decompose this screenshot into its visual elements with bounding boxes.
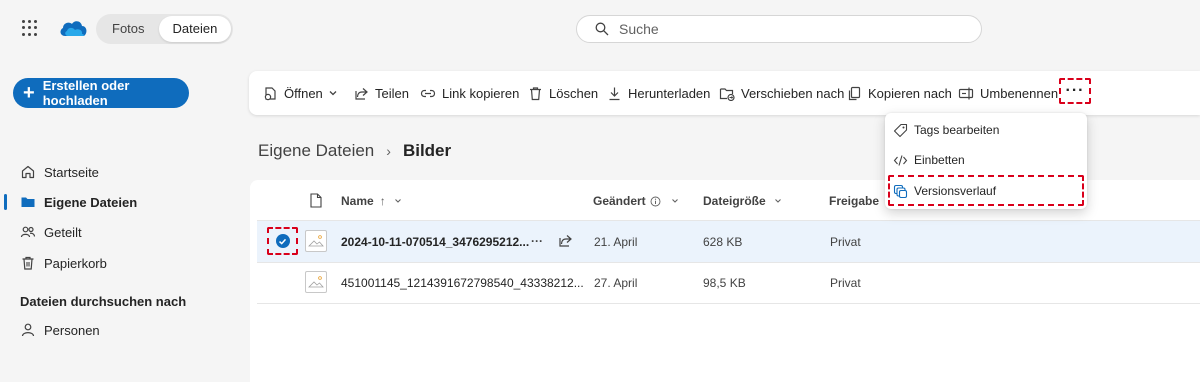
tab-dateien[interactable]: Dateien xyxy=(158,16,232,42)
onedrive-logo-icon[interactable] xyxy=(58,17,88,39)
column-size-label: Dateigröße xyxy=(703,194,766,208)
sidebar-item-label: Startseite xyxy=(44,164,99,180)
column-modified[interactable]: Geändert xyxy=(593,192,679,210)
more-options-button[interactable]: ··· xyxy=(1059,78,1091,104)
code-icon xyxy=(893,154,908,166)
copy-to-label: Kopieren nach xyxy=(868,85,952,101)
trash-icon xyxy=(22,256,34,270)
trash-icon xyxy=(530,86,541,100)
menu-item-embed[interactable]: Einbetten xyxy=(893,150,965,170)
copy-link-label: Link kopieren xyxy=(442,85,520,101)
file-name[interactable]: 2024-10-11-070514_3476295212... xyxy=(341,234,529,250)
menu-item-label: Tags bearbeiten xyxy=(914,123,1000,137)
share-icon xyxy=(355,87,368,100)
file-size: 98,5 KB xyxy=(703,276,746,290)
info-icon xyxy=(650,196,661,206)
open-icon xyxy=(264,86,276,100)
rename-icon xyxy=(958,87,974,99)
chevron-down-icon xyxy=(394,199,401,203)
chevron-down-icon xyxy=(329,91,337,96)
column-name[interactable]: Name ↑ xyxy=(341,192,402,210)
menu-item-edit-tags[interactable]: Tags bearbeiten xyxy=(893,120,999,140)
rename-button[interactable]: Umbenennen xyxy=(958,71,1058,115)
download-icon xyxy=(609,87,620,100)
file-type-header-icon xyxy=(310,193,322,208)
people-icon xyxy=(20,226,36,238)
column-sharing[interactable]: Freigabe xyxy=(829,192,893,210)
sidebar-item-eigene-dateien[interactable]: Eigene Dateien xyxy=(20,192,137,212)
link-icon xyxy=(420,89,436,97)
search-icon xyxy=(595,22,609,36)
image-thumbnail-icon xyxy=(305,230,327,252)
more-icon: ··· xyxy=(1065,82,1085,99)
chevron-down-icon xyxy=(774,199,781,203)
move-to-button[interactable]: Verschieben nach xyxy=(719,71,844,115)
file-sharing: Privat xyxy=(830,235,861,249)
folder-icon xyxy=(21,197,35,207)
copy-icon xyxy=(848,86,861,100)
view-switcher: Fotos Dateien xyxy=(96,14,234,44)
row-divider xyxy=(257,303,1200,304)
move-folder-icon xyxy=(719,87,735,101)
column-name-label: Name xyxy=(341,194,374,208)
copy-to-button[interactable]: Kopieren nach xyxy=(847,71,952,115)
sidebar-item-label: Geteilt xyxy=(44,224,82,240)
share-icon[interactable] xyxy=(558,233,573,248)
breadcrumb: Eigene Dateien › Bilder xyxy=(258,141,451,161)
file-modified: 21. April xyxy=(594,235,638,249)
download-label: Herunterladen xyxy=(628,85,711,101)
create-upload-label: Erstellen oder hochladen xyxy=(42,78,130,108)
checkmark-icon xyxy=(275,234,290,248)
sidebar-item-label: Papierkorb xyxy=(44,255,107,271)
person-icon xyxy=(21,323,35,337)
active-indicator xyxy=(4,194,7,210)
delete-label: Löschen xyxy=(549,85,599,101)
sidebar-item-personen[interactable]: Personen xyxy=(20,320,100,340)
row-divider xyxy=(257,262,1200,263)
home-icon xyxy=(21,165,35,179)
breadcrumb-separator-icon: › xyxy=(386,143,391,159)
highlight-box xyxy=(888,175,1084,206)
column-modified-label: Geändert xyxy=(593,194,646,208)
row-more-icon[interactable]: ··· xyxy=(531,233,543,249)
open-button[interactable]: Öffnen xyxy=(263,71,338,115)
sidebar-item-label: Eigene Dateien xyxy=(44,194,138,210)
rename-label: Umbenennen xyxy=(980,85,1059,101)
move-to-label: Verschieben nach xyxy=(741,85,845,101)
row-checkbox[interactable] xyxy=(267,227,298,255)
column-size[interactable]: Dateigröße xyxy=(703,192,782,210)
search-box[interactable] xyxy=(576,15,982,43)
browse-heading: Dateien durchsuchen nach xyxy=(20,294,187,309)
app-launcher-icon[interactable] xyxy=(22,20,38,36)
tab-fotos[interactable]: Fotos xyxy=(98,16,159,42)
delete-button[interactable]: Löschen xyxy=(528,71,598,115)
chevron-down-icon xyxy=(671,199,678,203)
sidebar-item-geteilt[interactable]: Geteilt xyxy=(20,222,82,242)
file-modified: 27. April xyxy=(594,276,638,290)
share-label: Teilen xyxy=(375,85,409,101)
search-input[interactable] xyxy=(619,21,959,37)
file-size: 628 KB xyxy=(703,235,743,249)
image-thumbnail-icon xyxy=(305,271,327,293)
sort-ascending-icon: ↑ xyxy=(379,194,386,208)
plus-icon: + xyxy=(23,82,35,104)
column-sharing-label: Freigabe xyxy=(829,194,880,208)
file-name[interactable]: 451001145_1214391672798540_43338212... xyxy=(341,275,584,291)
file-sharing: Privat xyxy=(830,276,861,290)
sidebar-item-label: Personen xyxy=(44,322,100,338)
sidebar-item-papierkorb[interactable]: Papierkorb xyxy=(20,253,107,273)
create-upload-button[interactable]: + Erstellen oder hochladen xyxy=(13,78,189,108)
menu-item-label: Einbetten xyxy=(914,153,965,167)
breadcrumb-parent[interactable]: Eigene Dateien xyxy=(258,141,374,161)
open-label: Öffnen xyxy=(284,85,323,101)
download-button[interactable]: Herunterladen xyxy=(607,71,710,115)
copy-link-button[interactable]: Link kopieren xyxy=(420,71,519,115)
breadcrumb-current: Bilder xyxy=(402,141,452,160)
share-button[interactable]: Teilen xyxy=(354,71,409,115)
tag-icon xyxy=(893,123,908,137)
sidebar-item-startseite[interactable]: Startseite xyxy=(20,162,99,182)
